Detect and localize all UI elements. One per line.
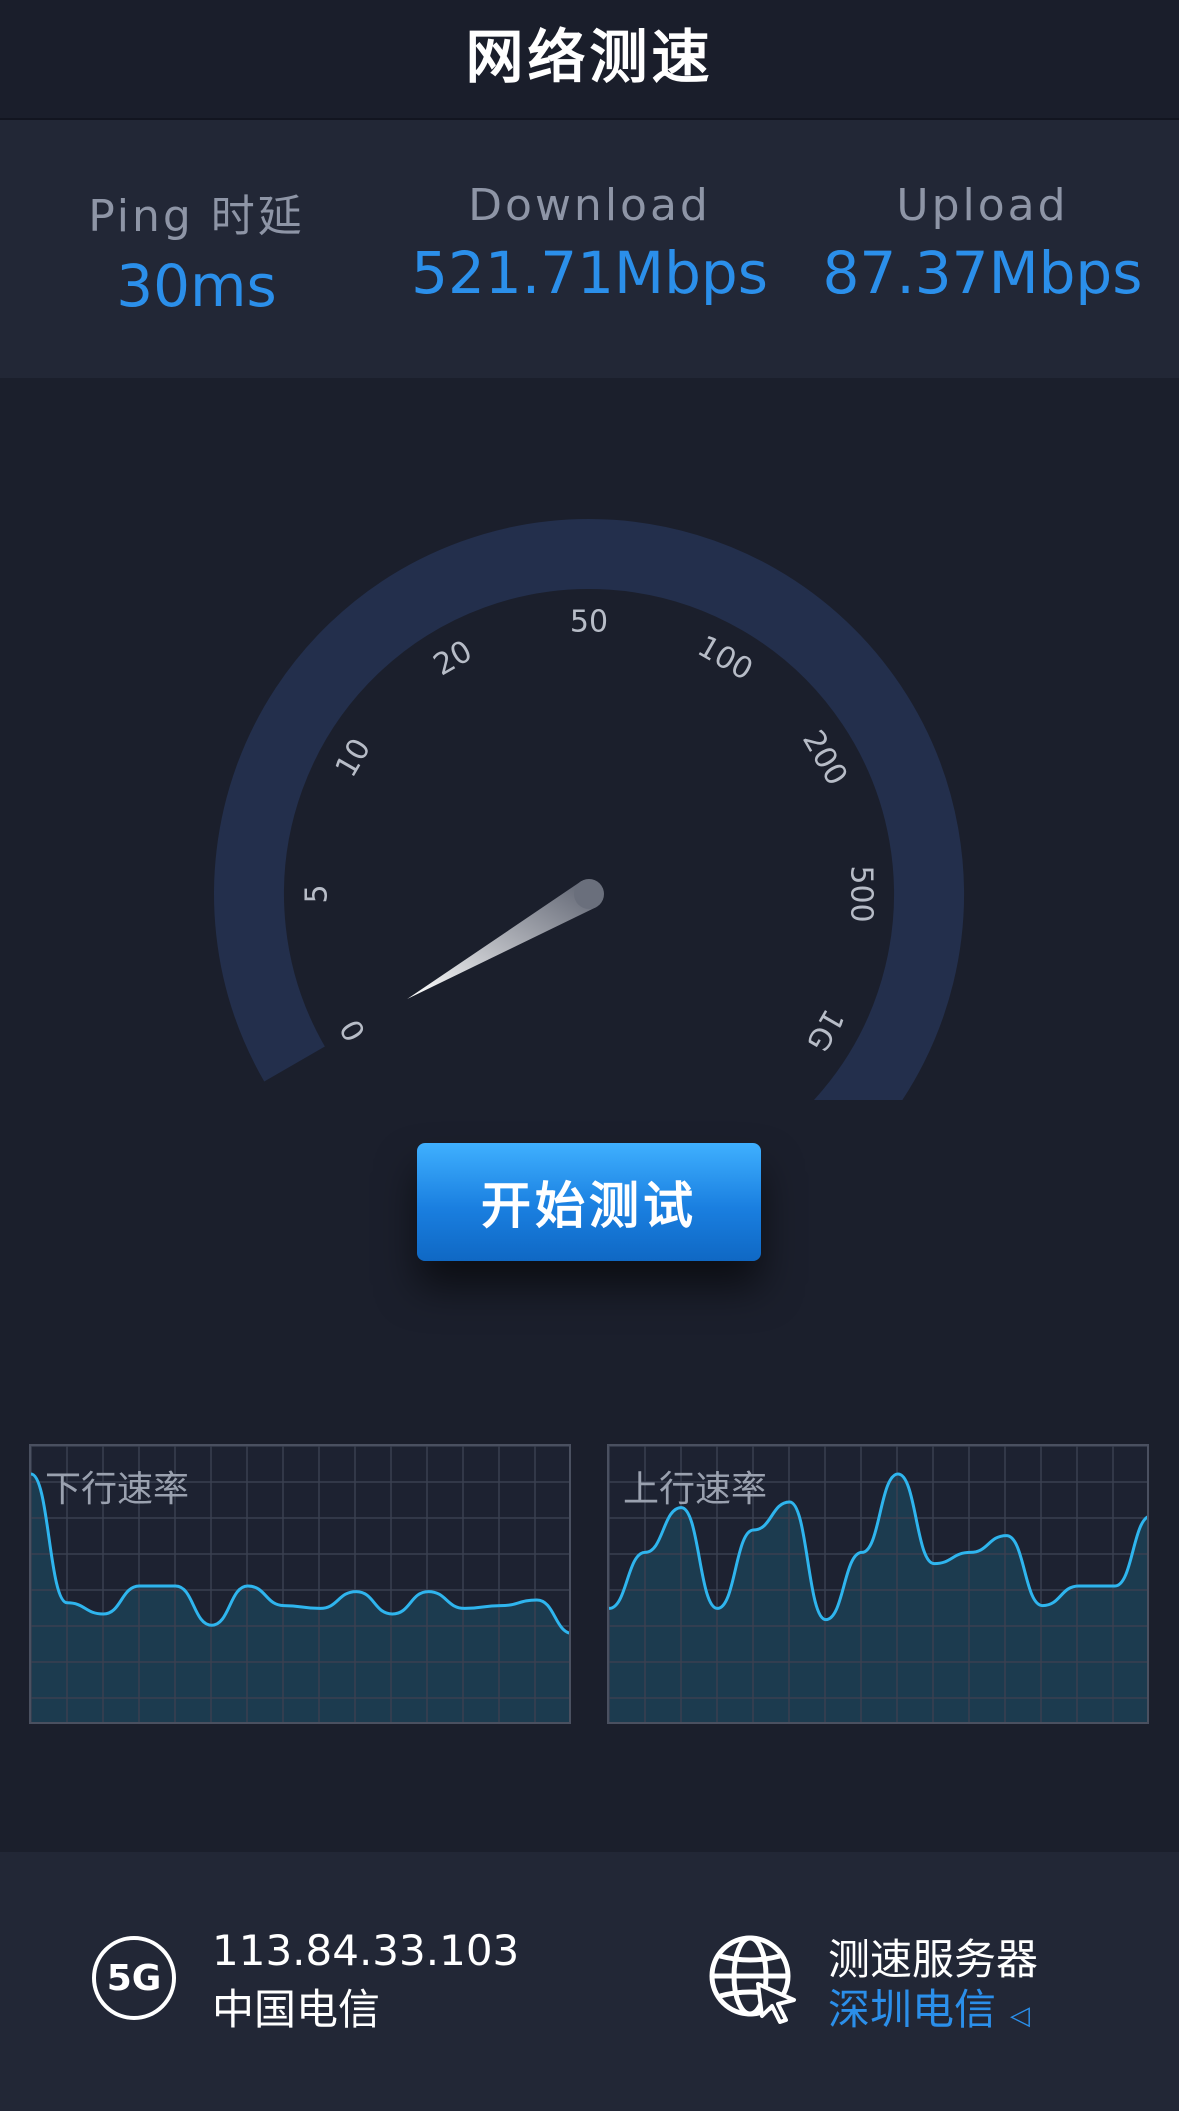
gauge-tick-label: 5	[300, 884, 335, 903]
gauge-tick-label: 50	[570, 605, 608, 640]
network-5g-icon: 5G	[92, 1936, 176, 2020]
server-select-link[interactable]: 深圳电信 ◁	[828, 1976, 1030, 2037]
download-value: 521.71Mbps	[411, 239, 768, 307]
gauge-svg: 051020501002005001G2G5G	[214, 519, 964, 1269]
footer-panel: 5G 113.84.33.103 中国电信 测速服务器 深圳电信 ◁	[0, 1852, 1179, 2111]
upload-stat: Upload 87.37Mbps	[786, 180, 1179, 307]
gauge-tick-label: 20	[428, 634, 479, 683]
gauge-needle-hub	[574, 879, 604, 909]
ip-address: 113.84.33.103	[212, 1926, 520, 1975]
gauge-tick-label: 200	[795, 724, 854, 791]
gauge-needle	[407, 881, 597, 999]
ping-value: 30ms	[116, 252, 277, 320]
server-name[interactable]: 深圳电信	[828, 1985, 996, 2034]
download-rate-chart: 下行速率	[29, 1444, 571, 1724]
gauge-tick-label: 100	[691, 629, 758, 688]
gauge-tick-label: 10	[329, 733, 378, 784]
globe-cursor-icon	[709, 1935, 796, 2024]
start-test-button[interactable]: 开始测试	[417, 1143, 761, 1261]
gauge-tick-label: 1G	[799, 1003, 850, 1057]
server-arrow-icon[interactable]: ◁	[1010, 2001, 1030, 2031]
download-rate-label: 下行速率	[45, 1469, 190, 1510]
speed-gauge: 051020501002005001G2G5G	[0, 380, 1179, 1269]
page-title: 网络测速	[465, 23, 714, 91]
header-bar: 网络测速	[0, 0, 1179, 120]
gauge-tick-label: 0	[334, 1013, 374, 1047]
upload-value: 87.37Mbps	[822, 239, 1143, 307]
gauge-tick-labels: 051020501002005001G2G5G	[300, 605, 879, 1184]
isp-name: 中国电信	[212, 1985, 381, 2034]
download-label: Download	[468, 180, 711, 231]
download-stat: Download 521.71Mbps	[393, 180, 786, 307]
stats-panel: Ping 时延 30ms Download 521.71Mbps Upload …	[0, 120, 1179, 378]
ping-stat: Ping 时延 30ms	[0, 180, 393, 320]
upload-rate-chart: 上行速率	[607, 1444, 1149, 1724]
upload-label: Upload	[896, 180, 1069, 231]
upload-rate-label: 上行速率	[623, 1469, 768, 1510]
ping-label: Ping 时延	[88, 191, 305, 242]
gauge-tick-label: 500	[844, 865, 879, 922]
